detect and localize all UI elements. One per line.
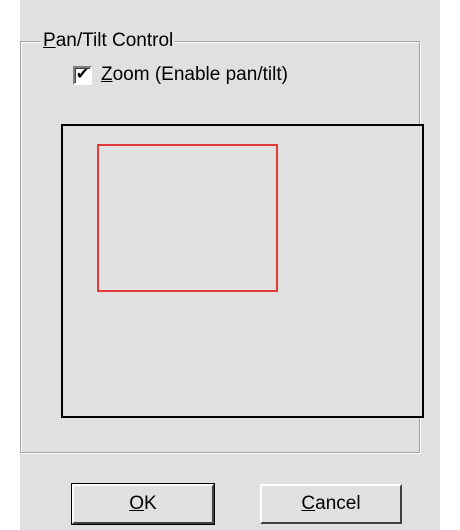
zoom-checkbox-label[interactable]: Zoom (Enable pan/tilt) (101, 64, 288, 86)
zoom-checkbox[interactable]: ✔ (73, 65, 92, 85)
ok-accelerator: O (129, 493, 145, 514)
cancel-button[interactable]: Cancel (260, 484, 402, 524)
cancel-label: ancel (315, 493, 361, 514)
zoom-label-text: oom (Enable pan/tilt) (112, 64, 288, 85)
ok-label: K (144, 493, 157, 514)
group-title-accelerator: P (43, 30, 56, 51)
cancel-accelerator: C (301, 493, 316, 514)
group-title-text: an/Tilt Control (55, 30, 174, 51)
zoom-checkbox-row[interactable]: ✔ Zoom (Enable pan/tilt) (73, 63, 288, 87)
zoom-region-rectangle[interactable] (97, 144, 278, 292)
ok-button[interactable]: OK (71, 483, 215, 525)
checkmark-icon: ✔ (75, 66, 90, 83)
group-title: Pan/Tilt Control (41, 30, 176, 52)
zoom-label-accelerator: Z (101, 64, 113, 85)
